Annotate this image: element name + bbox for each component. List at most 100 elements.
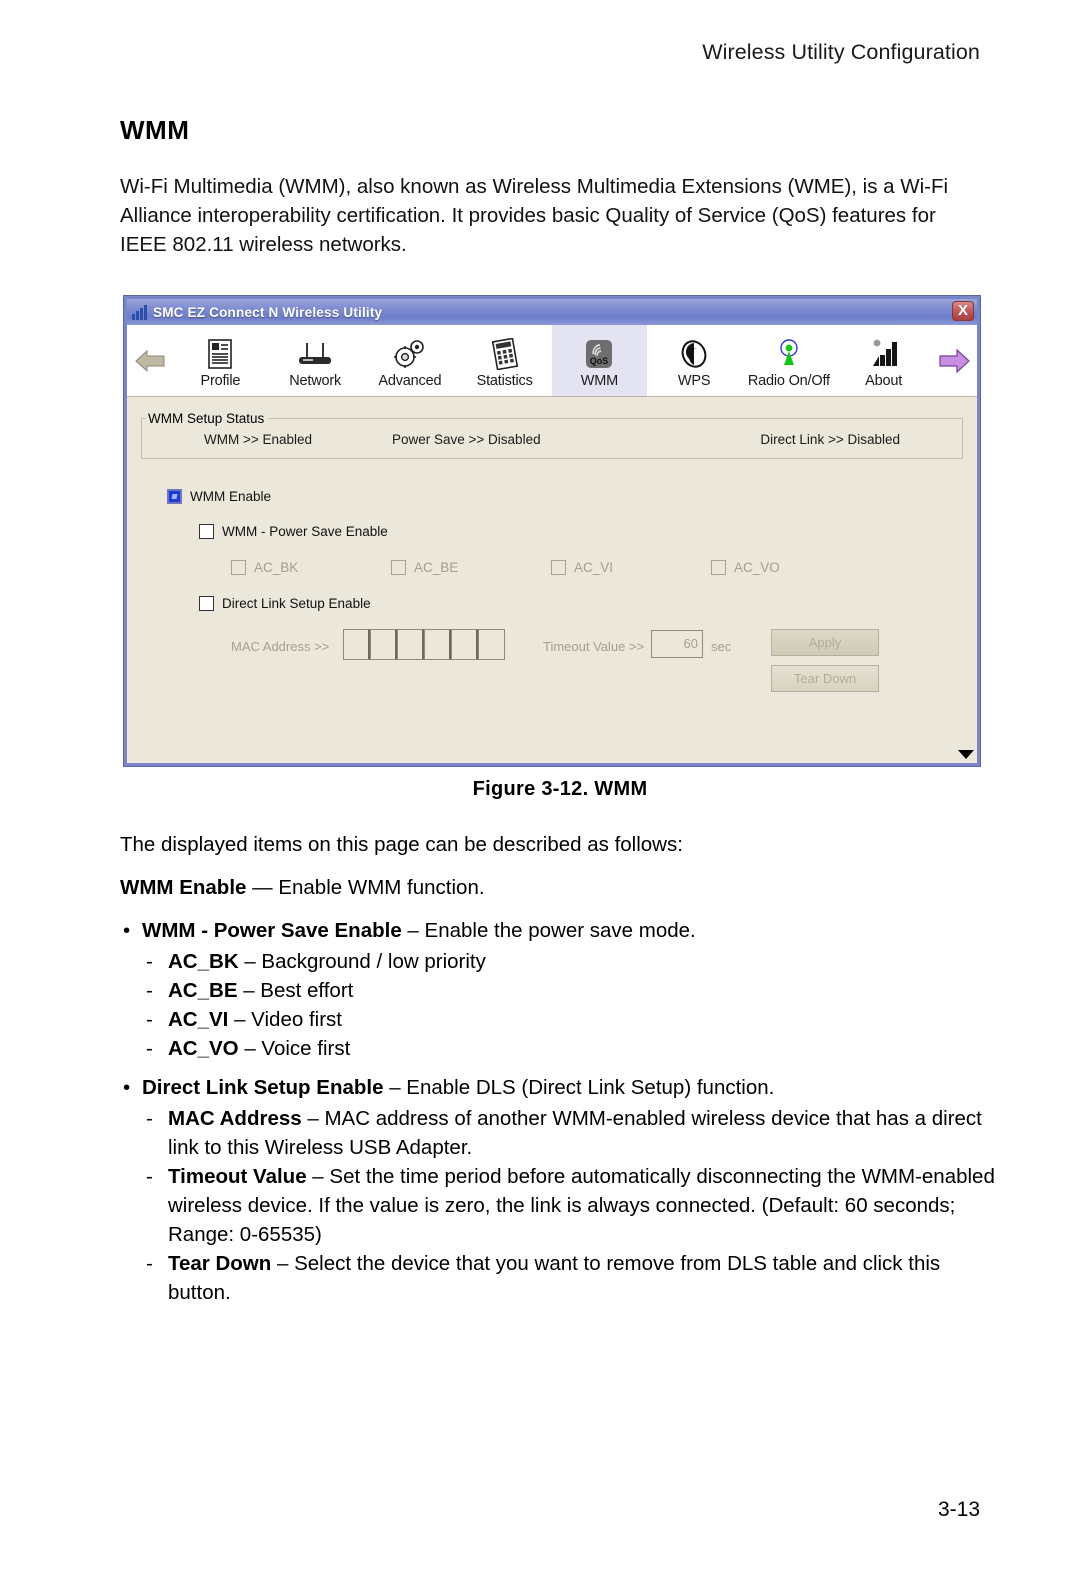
figure-caption: Figure 3-12. WMM <box>472 778 648 800</box>
sub-def: – Video first <box>228 1008 342 1031</box>
tab-about[interactable]: About <box>836 325 931 396</box>
status-wmm: WMM >> Enabled <box>204 431 313 447</box>
mac-address-label: MAC Address >> <box>231 639 330 654</box>
status-direct-link: Direct Link >> Disabled <box>760 431 900 447</box>
checkbox-label: AC_VO <box>734 560 780 575</box>
scroll-down-icon[interactable] <box>957 747 975 761</box>
checkbox-box[interactable] <box>167 489 182 504</box>
checkbox-label: AC_VI <box>574 560 614 575</box>
checkbox-ac-vo[interactable]: AC_VO <box>711 560 871 575</box>
sub-def: – Best effort <box>237 979 354 1002</box>
svg-text:QoS: QoS <box>590 356 609 366</box>
checkbox-ac-vi[interactable]: AC_VI <box>551 560 711 575</box>
bullet-term: Direct Link Setup Enable <box>142 1076 384 1099</box>
list-item: • Direct Link Setup Enable – Enable DLS … <box>120 1073 1000 1102</box>
page-number: 3-13 <box>937 1498 980 1521</box>
mac-octet-field[interactable] <box>370 629 397 660</box>
qos-icon: QoS <box>583 336 615 372</box>
apply-button[interactable]: Apply <box>771 629 879 656</box>
profile-icon <box>207 336 233 372</box>
sub-def: – Background / low priority <box>238 950 486 973</box>
next-arrow-icon[interactable] <box>931 325 977 396</box>
checkbox-box[interactable] <box>199 596 214 611</box>
sub-def: – Voice first <box>238 1037 351 1060</box>
wireless-utility-window: SMC EZ Connect N Wireless Utility X Prof… <box>124 296 980 766</box>
checkbox-label: AC_BK <box>254 560 299 575</box>
mac-octet-field[interactable] <box>451 629 478 660</box>
tab-network[interactable]: Network <box>268 325 363 396</box>
tab-statistics[interactable]: Statistics <box>457 325 552 396</box>
checkbox-box[interactable] <box>231 560 246 575</box>
checkbox-ac-be[interactable]: AC_BE <box>391 560 551 575</box>
sub-term: AC_BE <box>168 979 238 1002</box>
tab-label: About <box>865 372 903 389</box>
tear-down-button[interactable]: Tear Down <box>771 665 879 692</box>
page-title: WMM <box>120 115 190 145</box>
sub-term: AC_VO <box>168 1037 239 1060</box>
checkbox-label: WMM - Power Save Enable <box>222 524 388 539</box>
calculator-icon <box>491 336 519 372</box>
wmm-panel: WMM Setup Status WMM >> Enabled Power Sa… <box>127 397 977 763</box>
bullet-def: – Enable DLS (Direct Link Setup) functio… <box>383 1076 775 1099</box>
dash-glyph: - <box>146 950 153 973</box>
prev-arrow-icon[interactable] <box>127 325 173 396</box>
tab-wps[interactable]: WPS <box>647 325 742 396</box>
toolbar-tabs: Profile Network Advanced Statistics QoS … <box>173 325 931 396</box>
list-item: - Tear Down – Select the device that you… <box>120 1249 1000 1307</box>
tab-label: WMM <box>580 372 618 389</box>
wmm-enable-term: WMM Enable <box>120 876 247 899</box>
sub-term: MAC Address <box>168 1107 302 1130</box>
access-category-row: AC_BK AC_BE AC_VI AC_VO <box>231 560 871 575</box>
status-power-save: Power Save >> Disabled <box>392 431 541 447</box>
checkbox-wmm-enable[interactable]: WMM Enable <box>167 489 271 504</box>
wmm-enable-def: — Enable WMM function. <box>246 876 485 899</box>
list-item: - AC_VI – Video first <box>120 1005 1000 1034</box>
bullet-def: – Enable the power save mode. <box>401 919 696 942</box>
list-item: - MAC Address – MAC address of another W… <box>120 1104 1000 1162</box>
description-lead: The displayed items on this page can be … <box>120 833 683 856</box>
tab-wmm[interactable]: QoS WMM <box>552 325 647 396</box>
mac-octet-field[interactable] <box>424 629 451 660</box>
checkbox-label: AC_BE <box>414 560 459 575</box>
dls-form-row: MAC Address >> Timeout Value >> 60 sec A… <box>231 629 963 692</box>
mac-octet-field[interactable] <box>343 629 370 660</box>
dash-glyph: - <box>146 1252 153 1275</box>
status-group-legend: WMM Setup Status <box>148 411 265 426</box>
checkbox-label: WMM Enable <box>190 489 272 504</box>
list-item: - Timeout Value – Set the time period be… <box>120 1162 1000 1249</box>
dash-glyph: - <box>146 1008 153 1031</box>
sub-term: AC_VI <box>168 1008 229 1031</box>
wps-icon <box>679 336 709 372</box>
mac-address-input[interactable] <box>343 629 505 660</box>
tab-label: Network <box>289 372 342 389</box>
timeout-value-input[interactable]: 60 <box>651 630 703 658</box>
running-head: Wireless Utility Configuration <box>702 40 980 64</box>
tab-label: Radio On/Off <box>747 372 830 389</box>
close-icon[interactable]: X <box>952 301 974 321</box>
list-item: - AC_VO – Voice first <box>120 1034 1000 1063</box>
checkbox-box[interactable] <box>551 560 566 575</box>
tab-profile[interactable]: Profile <box>173 325 268 396</box>
wmm-setup-status-group: WMM Setup Status WMM >> Enabled Power Sa… <box>141 411 963 459</box>
bullet-term: WMM - Power Save Enable <box>142 919 402 942</box>
checkbox-ac-bk[interactable]: AC_BK <box>231 560 391 575</box>
tab-label: WPS <box>677 372 711 389</box>
checkbox-power-save-enable[interactable]: WMM - Power Save Enable <box>199 524 388 539</box>
tab-advanced[interactable]: Advanced <box>363 325 458 396</box>
checkbox-box[interactable] <box>711 560 726 575</box>
checkbox-box[interactable] <box>391 560 406 575</box>
checkbox-box[interactable] <box>199 524 214 539</box>
wmm-enable-definition: WMM Enable — Enable WMM function. <box>120 873 1000 902</box>
checkbox-label: Direct Link Setup Enable <box>222 596 371 611</box>
mac-octet-field[interactable] <box>478 629 505 660</box>
mac-octet-field[interactable] <box>397 629 424 660</box>
dash-glyph: - <box>146 979 153 1002</box>
sub-term: Timeout Value <box>168 1165 307 1188</box>
signal-bars-icon <box>132 304 147 320</box>
timeout-value-label: Timeout Value >> <box>543 639 645 654</box>
antenna-icon <box>776 336 802 372</box>
tab-label: Statistics <box>476 372 533 389</box>
tab-radio-on-off[interactable]: Radio On/Off <box>742 325 837 396</box>
checkbox-direct-link-setup-enable[interactable]: Direct Link Setup Enable <box>199 596 371 611</box>
list-item: - AC_BE – Best effort <box>120 976 1000 1005</box>
